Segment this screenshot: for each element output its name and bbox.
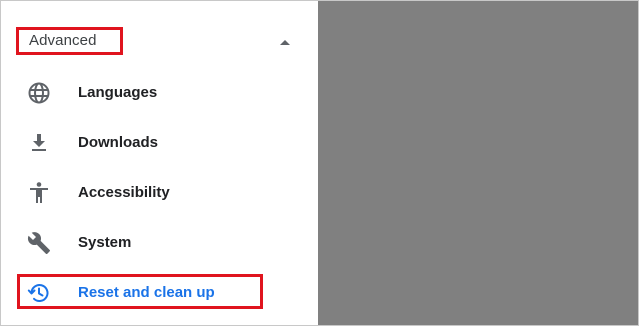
sidebar-item-label: Accessibility [78, 184, 170, 201]
download-icon [27, 131, 51, 155]
accessibility-icon [27, 181, 51, 205]
advanced-section-title: Advanced [16, 27, 123, 55]
sidebar-item-reset-and-clean-up[interactable]: Reset and clean up [1, 268, 318, 318]
sidebar-item-accessibility[interactable]: Accessibility [1, 168, 318, 218]
settings-sidebar: Advanced Languages Downloads Accessibili… [1, 1, 318, 325]
wrench-icon [27, 231, 51, 255]
sidebar-item-label: Languages [78, 84, 158, 101]
sidebar-item-system[interactable]: System [1, 218, 318, 268]
sidebar-item-languages[interactable]: Languages [1, 68, 318, 118]
dimmed-content-overlay [318, 1, 638, 325]
sidebar-item-label: Downloads [78, 134, 159, 151]
globe-icon [27, 81, 51, 105]
chevron-up-icon[interactable] [275, 32, 295, 52]
window-frame: Advanced Languages Downloads Accessibili… [0, 0, 639, 326]
advanced-section-header[interactable]: Advanced [1, 18, 318, 68]
sidebar-item-downloads[interactable]: Downloads [1, 118, 318, 168]
restore-icon [27, 281, 51, 305]
sidebar-item-label: Reset and clean up [78, 284, 215, 301]
sidebar-item-label: System [78, 234, 132, 251]
